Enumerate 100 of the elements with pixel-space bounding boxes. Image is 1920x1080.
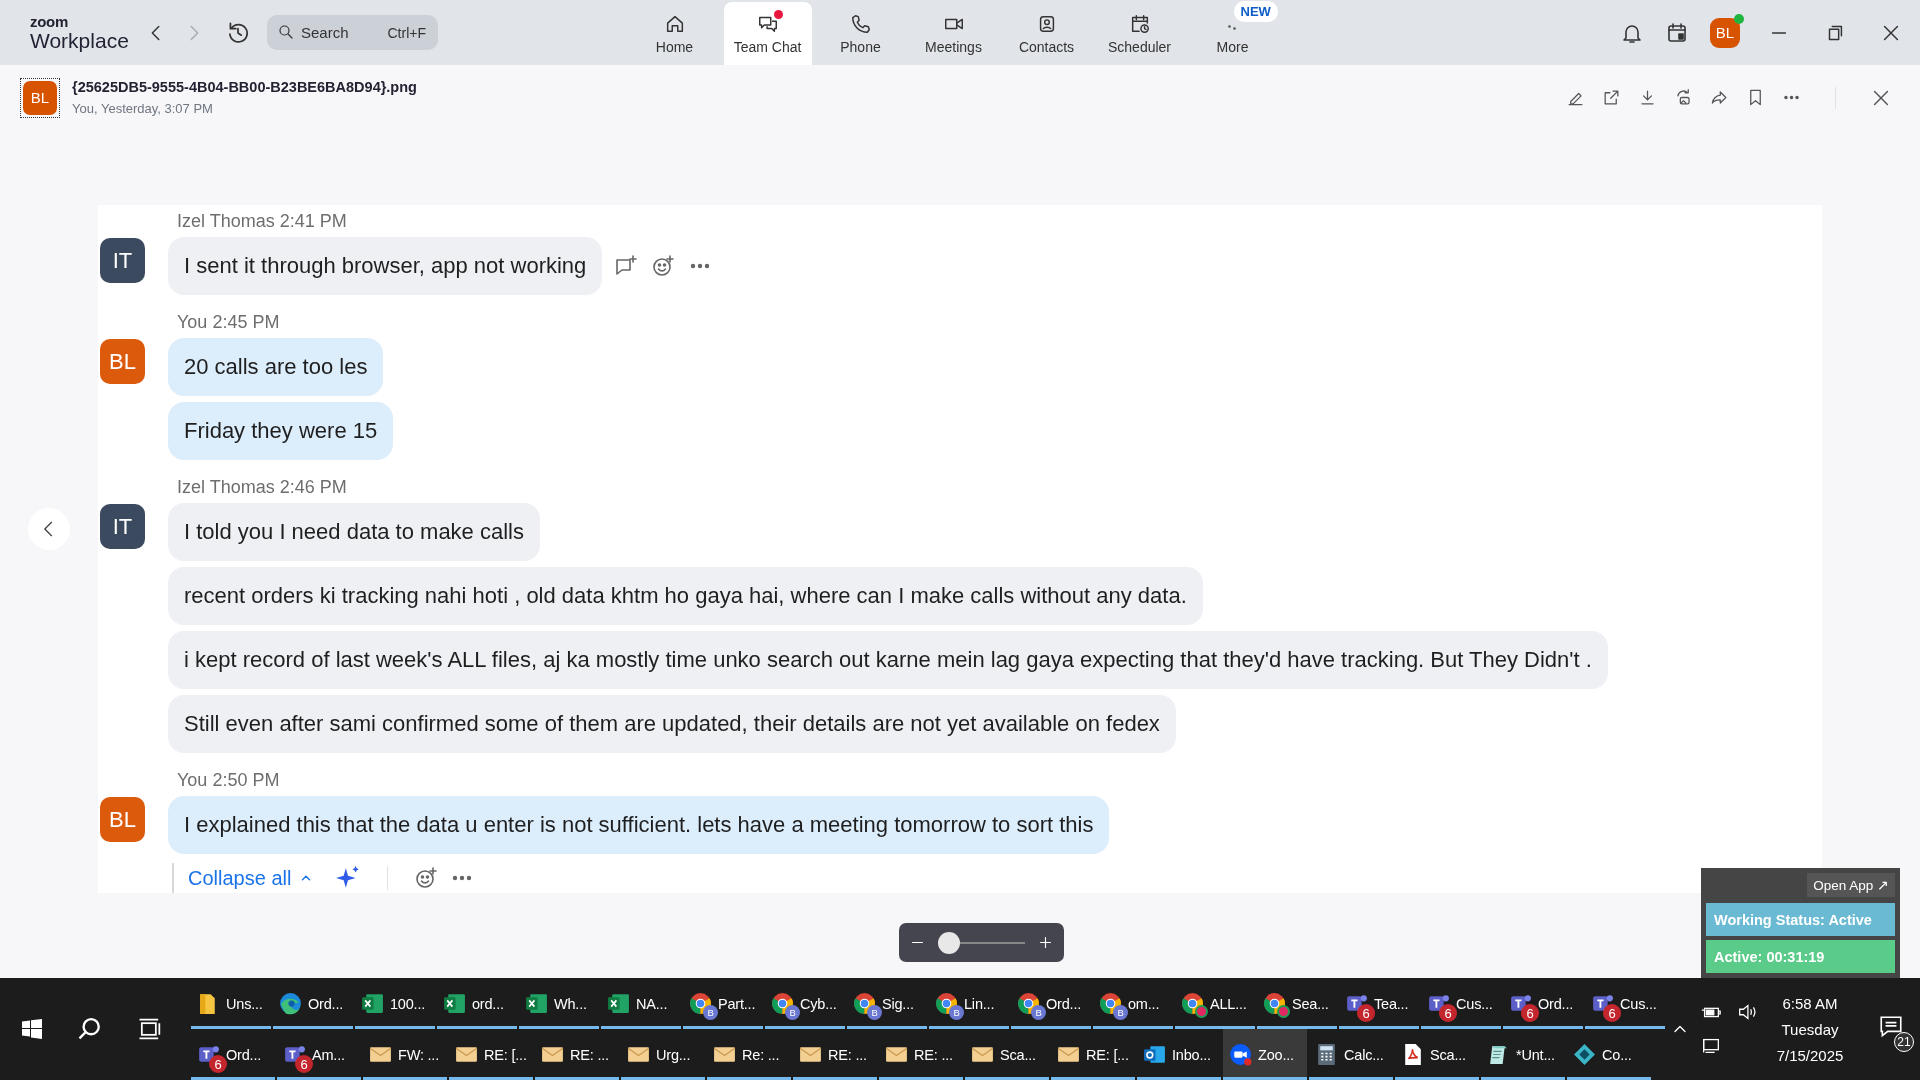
taskbar-button[interactable]: 6 Ord... xyxy=(191,1029,275,1080)
taskbar-button[interactable]: RE: [... xyxy=(1051,1029,1135,1080)
taskbar-button[interactable]: 6 Cus... xyxy=(1585,978,1665,1029)
chrome-browser-icon xyxy=(1180,991,1205,1016)
nav-tab[interactable]: Meetings xyxy=(907,2,1000,65)
taskbar-button[interactable]: RE: ... xyxy=(879,1029,963,1080)
count-badge: 6 xyxy=(209,1055,227,1073)
taskbar-button[interactable]: B Ord... xyxy=(1011,978,1091,1029)
chrome-browser-icon xyxy=(770,991,795,1016)
working-status-bar: Working Status: Active xyxy=(1706,903,1895,936)
add-reaction-icon[interactable] xyxy=(651,254,676,278)
taskbar-button[interactable]: *Unt... xyxy=(1481,1029,1565,1080)
collapse-link[interactable]: Collapse all xyxy=(188,866,314,890)
taskbar-button[interactable]: B Cyb... xyxy=(765,978,845,1029)
external-link-icon[interactable] xyxy=(1602,88,1621,107)
file-meta: You, Yesterday, 3:07 PM xyxy=(72,101,214,116)
message-bubble: 20 calls are too les xyxy=(168,338,384,396)
taskbar-button[interactable]: Inbo... xyxy=(1137,1029,1221,1080)
avatar: IT xyxy=(100,238,145,283)
search-icon xyxy=(277,23,295,41)
sender-line: You 2:50 PM xyxy=(176,769,281,791)
taskbar-button[interactable]: B om... xyxy=(1093,978,1173,1029)
chrome-browser-icon xyxy=(934,991,959,1016)
taskbar-button[interactable]: B Sig... xyxy=(847,978,927,1029)
taskbar-button[interactable]: FW: ... xyxy=(363,1029,447,1080)
sender-line: You 2:45 PM xyxy=(176,311,281,333)
taskbar-button[interactable]: NA... xyxy=(601,978,681,1029)
taskbar-button[interactable]: Zoo... xyxy=(1223,1029,1307,1080)
logo-text: zoom xyxy=(30,14,69,29)
browser-icon xyxy=(278,991,303,1016)
taskbar-button[interactable]: RE: ... xyxy=(535,1029,619,1080)
avatar: IT xyxy=(100,504,145,549)
clock-time[interactable]: 6:58 AM xyxy=(1782,994,1838,1012)
taskbar-button[interactable]: 6 Tea... xyxy=(1339,978,1419,1029)
count-badge: 6 xyxy=(1357,1004,1375,1022)
taskbar-button[interactable]: 6 Am... xyxy=(277,1029,361,1080)
sender-line: Izel Thomas 2:41 PM xyxy=(176,210,348,232)
taskbar-button[interactable]: 100... xyxy=(355,978,435,1029)
taskbar-button[interactable]: Co... xyxy=(1567,1029,1651,1080)
spreadsheet-icon xyxy=(360,991,385,1016)
shortcut-hint: Ctrl+F xyxy=(387,25,426,41)
chrome-browser-icon xyxy=(688,991,713,1016)
nav-tab[interactable]: Scheduler xyxy=(1093,2,1186,65)
zoom-in-icon[interactable] xyxy=(1037,934,1054,951)
share-arrow-icon[interactable] xyxy=(1710,88,1729,107)
taskbar-button[interactable]: RE: [... xyxy=(449,1029,533,1080)
nav-tab[interactable]: Contacts xyxy=(1000,2,1093,65)
calendar-icon[interactable] xyxy=(1665,20,1689,45)
taskbar-button[interactable]: Calc... xyxy=(1309,1029,1393,1080)
taskbar-button[interactable]: Sca... xyxy=(965,1029,1049,1080)
taskbar-button[interactable]: Urg... xyxy=(621,1029,705,1080)
profile-badge: B xyxy=(1031,1005,1046,1020)
clock-day[interactable]: Tuesday xyxy=(1781,1020,1839,1038)
taskbar-button[interactable]: RE: ... xyxy=(793,1029,877,1080)
taskbar-button[interactable]: Sca... xyxy=(1395,1029,1479,1080)
avatar: BL xyxy=(100,797,145,842)
speaker-icon[interactable] xyxy=(1736,1001,1758,1023)
message-bubble: I sent it through browser, app not working xyxy=(168,237,603,295)
status-dot xyxy=(1277,1005,1290,1018)
count-badge: 6 xyxy=(1521,1004,1539,1022)
taskbar-button[interactable]: B Lin... xyxy=(929,978,1009,1029)
nav-tab[interactable]: Phone xyxy=(814,2,907,65)
taskbar-button[interactable]: Re: ... xyxy=(707,1029,791,1080)
open-app-button[interactable]: Open App ↗ xyxy=(1807,873,1895,897)
app-name: Workplace xyxy=(30,30,130,51)
nav-tab[interactable]: Home xyxy=(628,2,721,65)
message-bubble: I told you I need data to make calls xyxy=(168,503,540,561)
nav-tab[interactable]: NEW More xyxy=(1186,2,1279,65)
taskbar-button[interactable]: 6 Cus... xyxy=(1421,978,1501,1029)
spreadsheet-icon xyxy=(606,991,631,1016)
clock-date[interactable]: 7/15/2025 xyxy=(1776,1046,1844,1064)
profile-badge: B xyxy=(867,1005,882,1020)
reply-thread-icon[interactable] xyxy=(614,254,639,278)
taskbar-button[interactable]: ord... xyxy=(437,978,517,1029)
taskbar-button[interactable]: Ord... xyxy=(273,978,353,1029)
add-reaction-icon[interactable] xyxy=(414,866,439,890)
message-bubble: I explained this that the data u enter is not sufficient. lets have a meeting tomorrow to sort this xyxy=(168,796,1110,854)
avatar: BL xyxy=(23,80,57,115)
taskbar-button[interactable]: Uns... xyxy=(191,978,271,1029)
taskbar-button[interactable]: B Part... xyxy=(683,978,763,1029)
taskbar-button[interactable]: 6 Ord... xyxy=(1503,978,1583,1029)
profile-badge: B xyxy=(949,1005,964,1020)
slider-thumb[interactable] xyxy=(938,931,960,954)
windows-start-icon[interactable] xyxy=(20,1017,44,1041)
sender-line: Izel Thomas 2:46 PM xyxy=(176,476,348,498)
download-icon[interactable] xyxy=(1638,88,1657,107)
nav-tab[interactable]: Team Chat xyxy=(723,2,812,65)
chrome-browser-icon xyxy=(852,991,877,1016)
diamond-icon xyxy=(1572,1042,1597,1067)
file-name: {25625DB5-9555-4B04-BB00-B23BE6BA8D94}.png xyxy=(72,79,417,95)
message-bubble: recent orders ki tracking nahi hoti , old data khtm ho gaya hai, where can I make calls without any data. xyxy=(168,567,1203,625)
count-badge: 21 xyxy=(1894,1032,1914,1052)
spreadsheet-icon xyxy=(442,991,467,1016)
rotate-image-icon[interactable] xyxy=(1674,88,1693,107)
taskbar-button[interactable]: Wh... xyxy=(519,978,599,1029)
chrome-browser-icon xyxy=(1098,991,1123,1016)
count-badge: 6 xyxy=(1439,1004,1457,1022)
profile-badge: B xyxy=(785,1005,800,1020)
profile-badge: B xyxy=(1113,1005,1128,1020)
active-timer-bar: Active: 00:31:19 xyxy=(1706,940,1895,973)
